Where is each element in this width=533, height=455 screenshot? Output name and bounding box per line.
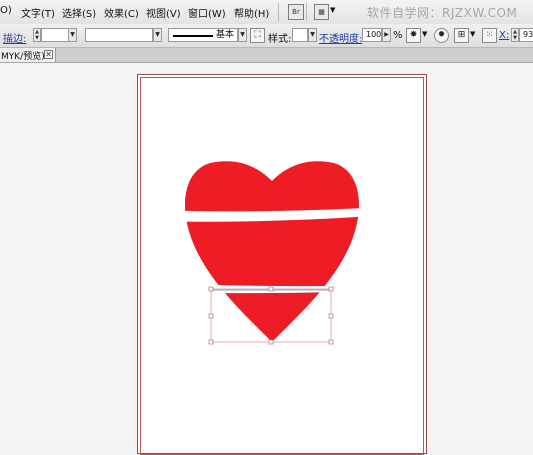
control-bar: 描边: ▲ ▼ ▼ ▼ 基本 ▼ ⛶ 样式: ▼ 不透明度: 100 ▶ % ✸ …: [0, 24, 533, 48]
heart-middle-segment[interactable]: [150, 214, 400, 287]
stroke-label[interactable]: 描边:: [3, 30, 26, 45]
menu-select[interactable]: 选择(S): [62, 5, 96, 20]
style-label: 样式:: [268, 34, 292, 45]
align-dropdown-icon[interactable]: ▼: [470, 30, 475, 38]
stroke-weight-dropdown[interactable]: ▼: [68, 28, 77, 42]
menu-separator: [278, 3, 279, 21]
stroke-style-field[interactable]: 基本: [168, 28, 238, 42]
menu-help[interactable]: 帮助(H): [234, 5, 269, 20]
selection-handle[interactable]: [328, 339, 334, 345]
menu-effect[interactable]: 效果(C): [104, 5, 139, 20]
heart-bottom-segment[interactable]: [150, 290, 400, 363]
graphic-style-dropdown[interactable]: ▼: [308, 28, 317, 42]
stroke-weight-spinner[interactable]: ▲ ▼: [33, 28, 41, 42]
canvas-area[interactable]: [0, 63, 533, 455]
stroke-weight-field[interactable]: [41, 28, 69, 42]
menu-bar: O) 文字(T) 选择(S) 效果(C) 视图(V) 窗口(W) 帮助(H) B…: [0, 0, 533, 25]
selection-handle[interactable]: [208, 313, 214, 319]
watermark-text: 软件自学网：RJZXW.COM: [367, 6, 518, 20]
selection-handle[interactable]: [328, 286, 334, 292]
reference-point-icon[interactable]: ⁙: [482, 28, 497, 43]
global-edit-icon[interactable]: ✹: [434, 28, 449, 43]
document-tab[interactable]: MYK/预览) ✕: [0, 48, 56, 62]
menu-separator: [306, 3, 307, 21]
opacity-input[interactable]: 100: [362, 28, 382, 42]
arrange-dropdown-icon[interactable]: ▼: [330, 6, 335, 14]
selection-handle[interactable]: [208, 286, 214, 292]
menu-window[interactable]: 窗口(W): [188, 5, 226, 20]
x-label[interactable]: X:: [499, 30, 509, 41]
opacity-unit: %: [393, 30, 403, 41]
align-to-icon[interactable]: ⊞: [454, 28, 469, 43]
stroke-preview-line: [173, 35, 213, 37]
selection-handle[interactable]: [328, 313, 334, 319]
close-icon[interactable]: ✕: [44, 50, 53, 59]
opacity-dropdown[interactable]: ▶: [382, 28, 391, 42]
stroke-style-dropdown[interactable]: ▼: [238, 28, 247, 42]
recolor-dropdown-icon[interactable]: ▼: [422, 30, 427, 38]
selection-handle[interactable]: [268, 339, 274, 345]
opacity-label[interactable]: 不透明度:: [319, 30, 362, 45]
x-spinner[interactable]: ▲ ▼: [511, 28, 519, 42]
variable-width-dropdown[interactable]: ▼: [153, 28, 162, 42]
heart-artwork[interactable]: [0, 63, 533, 446]
menu-type[interactable]: 文字(T): [21, 5, 55, 20]
menu-object[interactable]: O): [0, 5, 12, 16]
x-input[interactable]: 93.6: [519, 28, 533, 42]
bridge-icon[interactable]: Br: [288, 4, 304, 20]
heart-top-segment[interactable]: [150, 123, 400, 212]
document-tab-label: MYK/预览): [1, 52, 45, 62]
arrange-documents-icon[interactable]: ▦: [314, 4, 329, 20]
graphic-style-swatch[interactable]: [292, 28, 308, 42]
document-tab-strip: MYK/预览) ✕: [0, 48, 533, 63]
selection-handle[interactable]: [208, 339, 214, 345]
expand-icon[interactable]: ⛶: [250, 28, 265, 43]
stroke-style-label: 基本: [216, 30, 235, 40]
menu-view[interactable]: 视图(V): [146, 5, 181, 20]
selection-handle[interactable]: [268, 286, 274, 292]
variable-width-field[interactable]: [85, 28, 153, 42]
recolor-artwork-icon[interactable]: ✸: [406, 28, 421, 43]
